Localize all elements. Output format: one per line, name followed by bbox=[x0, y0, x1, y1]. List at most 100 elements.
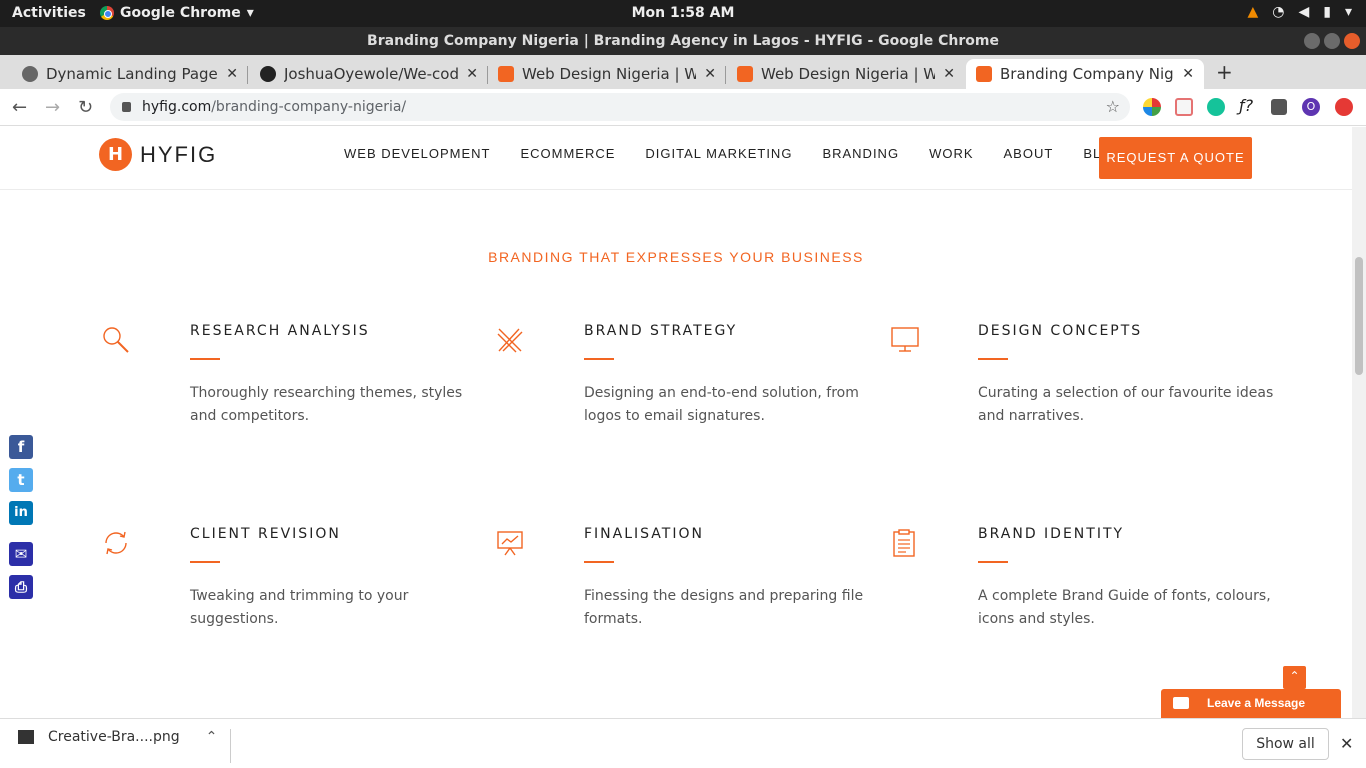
window-controls bbox=[1304, 33, 1360, 49]
clipboard-icon bbox=[893, 529, 915, 557]
pencil-ruler-icon bbox=[497, 328, 523, 353]
main-nav: WEB DEVELOPMENT ECOMMERCE DIGITAL MARKET… bbox=[344, 146, 1123, 161]
request-quote-button[interactable]: REQUEST A QUOTE bbox=[1099, 137, 1252, 179]
nav-digital-marketing[interactable]: DIGITAL MARKETING bbox=[645, 146, 792, 161]
hyfig-icon bbox=[737, 66, 753, 82]
close-tab-icon[interactable]: ✕ bbox=[704, 66, 716, 82]
hyfig-icon bbox=[498, 66, 514, 82]
page-scrollbar[interactable] bbox=[1352, 127, 1366, 718]
grammarly-extension-icon[interactable] bbox=[1207, 98, 1225, 116]
new-tab-button[interactable]: + bbox=[1216, 60, 1233, 84]
window-title-bar: Branding Company Nigeria | Branding Agen… bbox=[0, 27, 1366, 55]
calendar-extension-icon[interactable] bbox=[1175, 98, 1193, 116]
chevron-down-icon: ▾ bbox=[246, 5, 254, 21]
font-identifier-extension-icon[interactable]: ƒ? bbox=[1239, 96, 1261, 115]
feature-title: BRAND IDENTITY bbox=[978, 526, 1125, 542]
tab-dynamic-landing-page[interactable]: Dynamic Landing Page ✕ bbox=[12, 59, 248, 89]
address-bar[interactable]: hyfig.com/branding-company-nigeria/ ☆ bbox=[110, 93, 1130, 121]
magnifier-icon bbox=[103, 327, 129, 353]
webpage: H HYFIG WEB DEVELOPMENT ECOMMERCE DIGITA… bbox=[0, 127, 1352, 718]
title-underline bbox=[584, 561, 614, 563]
feature-title: BRAND STRATEGY bbox=[584, 323, 738, 339]
scrollbar-thumb[interactable] bbox=[1355, 257, 1363, 375]
chrome-icon bbox=[100, 6, 114, 20]
close-tab-icon[interactable]: ✕ bbox=[466, 66, 478, 82]
feature-text: A complete Brand Guide of fonts, colours… bbox=[978, 588, 1271, 627]
browser-toolbar: ← → ↻ hyfig.com/branding-company-nigeria… bbox=[0, 89, 1366, 126]
chat-label: Leave a Message bbox=[1207, 696, 1306, 710]
email-share-icon[interactable]: ✉ bbox=[9, 542, 33, 566]
feature-finalisation: FINALISATION Finessing the designs and p… bbox=[497, 526, 884, 631]
logo-text: HYFIG bbox=[140, 141, 218, 167]
facebook-share-icon[interactable]: f bbox=[9, 435, 33, 459]
back-icon[interactable]: ← bbox=[12, 97, 27, 118]
window-title: Branding Company Nigeria | Branding Agen… bbox=[367, 33, 999, 49]
nav-branding[interactable]: BRANDING bbox=[822, 146, 899, 161]
close-window-button[interactable] bbox=[1344, 33, 1360, 49]
download-filename: Creative-Bra....png bbox=[48, 729, 180, 745]
chevron-up-icon[interactable]: ⌃ bbox=[206, 729, 218, 745]
minimize-button[interactable] bbox=[1304, 33, 1320, 49]
update-icon[interactable] bbox=[1335, 98, 1353, 116]
close-tab-icon[interactable]: ✕ bbox=[943, 66, 955, 82]
print-share-icon[interactable]: ⎙ bbox=[9, 575, 33, 599]
tab-title: JoshuaOyewole/We-code bbox=[284, 65, 459, 83]
app-menu-label: Google Chrome bbox=[120, 5, 241, 21]
feature-text: Designing an end-to-end solution, from l… bbox=[584, 385, 859, 424]
vlc-icon[interactable]: ▲ bbox=[1247, 4, 1258, 20]
tab-branding-company[interactable]: Branding Company Nigeri ✕ bbox=[966, 59, 1204, 89]
title-underline bbox=[978, 561, 1008, 563]
color-picker-extension-icon[interactable] bbox=[1143, 98, 1161, 116]
github-icon bbox=[260, 66, 276, 82]
reload-icon[interactable]: ↻ bbox=[78, 97, 93, 118]
close-tab-icon[interactable]: ✕ bbox=[226, 66, 238, 82]
nav-web-development[interactable]: WEB DEVELOPMENT bbox=[344, 146, 490, 161]
twitter-share-icon[interactable]: t bbox=[9, 468, 33, 492]
back-to-top-button[interactable]: ⌃ bbox=[1283, 666, 1306, 689]
feature-text: Curating a selection of our favourite id… bbox=[978, 385, 1274, 424]
volume-icon: ◀ bbox=[1298, 4, 1310, 20]
battery-icon: ▮ bbox=[1323, 4, 1331, 20]
profile-avatar[interactable]: O bbox=[1302, 98, 1320, 116]
presentation-icon bbox=[497, 531, 523, 556]
activities-button[interactable]: Activities bbox=[12, 5, 86, 21]
forward-icon[interactable]: → bbox=[45, 97, 60, 118]
feature-client-revision: CLIENT REVISION Tweaking and trimming to… bbox=[105, 526, 490, 631]
monitor-icon bbox=[891, 327, 919, 352]
refresh-icon bbox=[105, 531, 127, 555]
live-chat-bar[interactable]: Leave a Message bbox=[1161, 689, 1341, 718]
tab-strip: Dynamic Landing Page ✕ JoshuaOyewole/We-… bbox=[0, 55, 1366, 89]
close-tab-icon[interactable]: ✕ bbox=[1182, 66, 1194, 82]
tab-github[interactable]: JoshuaOyewole/We-code ✕ bbox=[250, 59, 488, 89]
feature-title: FINALISATION bbox=[584, 526, 704, 542]
system-tray[interactable]: ▲ ◔ ◀ ▮ ▾ bbox=[1247, 4, 1352, 20]
extensions-puzzle-icon[interactable] bbox=[1271, 99, 1287, 115]
feature-title: DESIGN CONCEPTS bbox=[978, 323, 1143, 339]
feature-research-analysis: RESEARCH ANALYSIS Thoroughly researching… bbox=[103, 323, 490, 428]
wifi-icon: ◔ bbox=[1272, 4, 1285, 20]
hyfig-icon bbox=[976, 66, 992, 82]
tab-title: Dynamic Landing Page bbox=[46, 65, 218, 83]
maximize-button[interactable] bbox=[1324, 33, 1340, 49]
url-host: hyfig.com bbox=[142, 99, 212, 115]
section-title: BRANDING THAT EXPRESSES YOUR BUSINESS bbox=[488, 249, 864, 265]
nav-work[interactable]: WORK bbox=[929, 146, 973, 161]
tab-web-design-1[interactable]: Web Design Nigeria | Web ✕ bbox=[488, 59, 726, 89]
show-all-button[interactable]: Show all bbox=[1242, 728, 1329, 760]
title-underline bbox=[584, 358, 614, 360]
close-shelf-icon[interactable]: ✕ bbox=[1340, 734, 1353, 753]
app-menu[interactable]: Google Chrome ▾ bbox=[100, 5, 254, 21]
feature-text: Tweaking and trimming to your suggestion… bbox=[190, 588, 409, 627]
feature-brand-identity: BRAND IDENTITY A complete Brand Guide of… bbox=[893, 526, 1278, 631]
bookmark-star-icon[interactable]: ☆ bbox=[1106, 93, 1120, 121]
nav-about[interactable]: ABOUT bbox=[1004, 146, 1054, 161]
tab-title: Web Design Nigeria | Web bbox=[522, 65, 697, 83]
tab-web-design-2[interactable]: Web Design Nigeria | Web ✕ bbox=[727, 59, 965, 89]
linkedin-share-icon[interactable]: in bbox=[9, 501, 33, 525]
feature-title: CLIENT REVISION bbox=[190, 526, 341, 542]
lock-icon[interactable] bbox=[122, 102, 131, 112]
download-item[interactable]: Creative-Bra....png ⌃ bbox=[18, 729, 217, 745]
nav-ecommerce[interactable]: ECOMMERCE bbox=[520, 146, 615, 161]
site-logo[interactable]: H HYFIG bbox=[99, 138, 217, 171]
feature-design-concepts: DESIGN CONCEPTS Curating a selection of … bbox=[891, 323, 1278, 428]
